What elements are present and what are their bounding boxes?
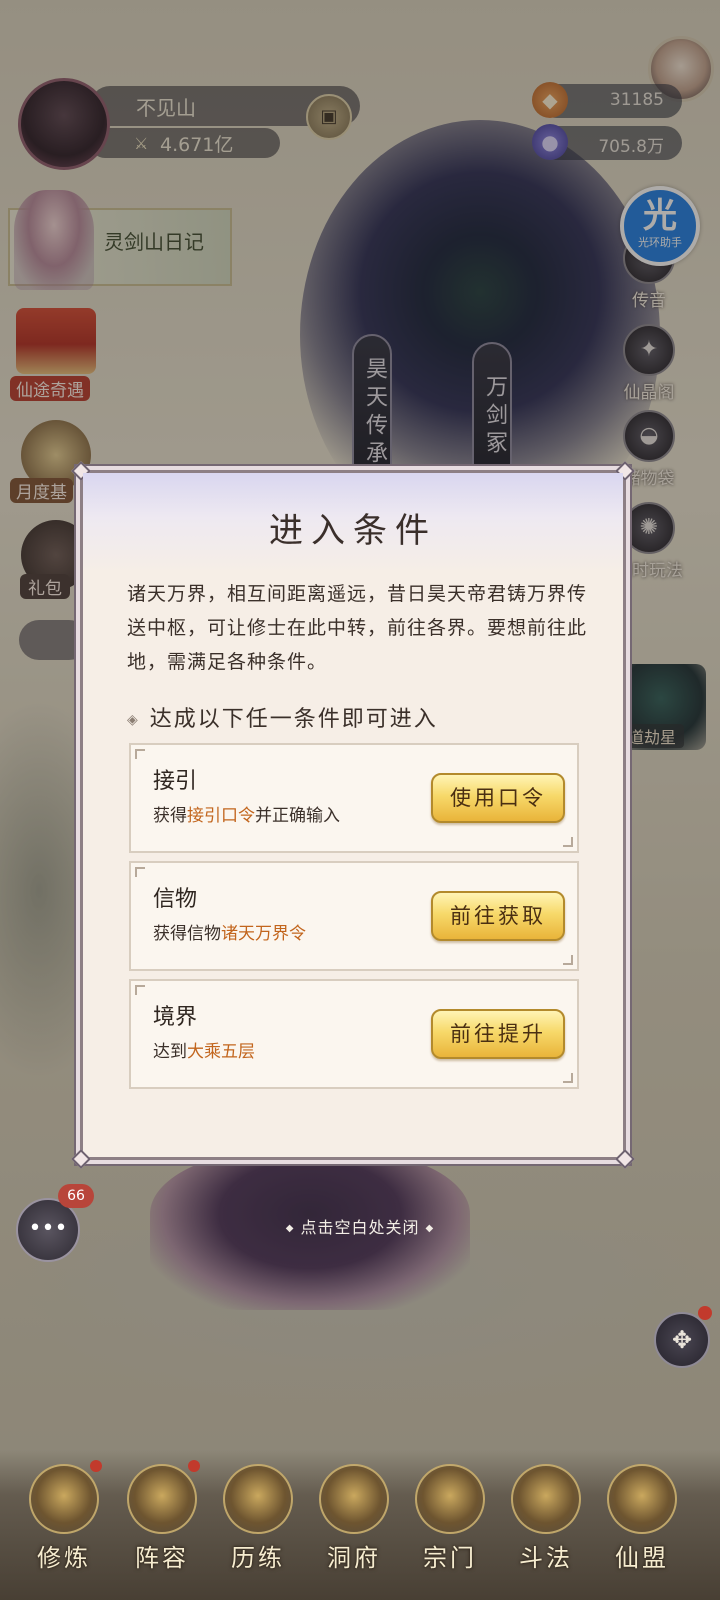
compass-icon: ✥	[671, 1326, 693, 1354]
condition-highlight: 接引口令	[187, 806, 255, 826]
nav-lineup[interactable]: 阵容	[116, 1460, 208, 1590]
card-corner-deco	[563, 1073, 573, 1083]
use-password-button[interactable]: 使用口令	[431, 773, 565, 823]
condition-highlight: 大乘五层	[187, 1042, 255, 1062]
notification-dot	[188, 1460, 200, 1472]
condition-card-jingjie: 境界 达到大乘五层 前往提升	[129, 979, 579, 1089]
nav-cultivate[interactable]: 修炼	[18, 1460, 110, 1590]
condition-suffix: 并正确输入	[255, 806, 340, 826]
chat-unread-badge: 66	[58, 1184, 94, 1208]
requirement-heading: ◈ 达成以下任一条件即可进入	[127, 701, 438, 733]
palace-icon	[607, 1464, 677, 1534]
condition-title: 境界	[153, 1005, 198, 1030]
notification-dot	[90, 1460, 102, 1472]
nav-trials[interactable]: 历练	[212, 1460, 304, 1590]
nav-cave[interactable]: 洞府	[308, 1460, 400, 1590]
dialog-description: 诸天万界，相互间距离遥远，昔日昊天帝君铸万界传送中枢，可让修士在此中转，前往各界…	[127, 583, 588, 673]
nav-duel[interactable]: 斗法	[500, 1460, 592, 1590]
condition-highlight: 诸天万界令	[221, 924, 306, 944]
nav-label: 仙盟	[615, 1544, 669, 1572]
chat-bubble-icon: •••	[28, 1216, 68, 1241]
go-upgrade-button[interactable]: 前往提升	[431, 1009, 565, 1059]
diamond-dot-icon: ◆	[425, 1223, 435, 1234]
close-hint[interactable]: ◆ 点击空白处关闭 ◆	[0, 1214, 720, 1238]
condition-prefix: 获得	[153, 806, 187, 826]
compass-button[interactable]: ✥	[654, 1312, 710, 1368]
diamond-bullet-icon: ◈	[127, 712, 140, 728]
diamond-dot-icon: ◆	[285, 1223, 295, 1234]
lineup-icon	[127, 1464, 197, 1534]
nav-label: 阵容	[135, 1544, 189, 1572]
condition-card-xinwu: 信物 获得信物诸天万界令 前往获取	[129, 861, 579, 971]
cultivate-icon	[29, 1464, 99, 1534]
condition-title: 信物	[153, 887, 198, 912]
condition-text: 获得信物诸天万界令	[153, 919, 306, 944]
nav-label: 修炼	[37, 1544, 91, 1572]
mountain-icon	[223, 1464, 293, 1534]
dialog-title: 进入条件	[269, 511, 437, 551]
notification-dot	[698, 1306, 712, 1320]
go-obtain-button[interactable]: 前往获取	[431, 891, 565, 941]
condition-card-jieyin: 接引 获得接引口令并正确输入 使用口令	[129, 743, 579, 853]
sect-icon	[415, 1464, 485, 1534]
torii-icon	[511, 1464, 581, 1534]
nav-label: 宗门	[423, 1544, 477, 1572]
entry-conditions-dialog: 进入条件 诸天万界，相互间距离遥远，昔日昊天帝君铸万界传送中枢，可让修士在此中转…	[71, 461, 635, 1169]
gate-icon	[319, 1464, 389, 1534]
condition-text: 达到大乘五层	[153, 1037, 255, 1062]
card-corner-deco	[563, 955, 573, 965]
condition-text: 获得接引口令并正确输入	[153, 801, 340, 826]
nav-label: 洞府	[327, 1544, 381, 1572]
nav-label: 斗法	[519, 1544, 573, 1572]
card-corner-deco	[135, 867, 145, 877]
close-hint-text: 点击空白处关闭	[300, 1218, 420, 1237]
condition-prefix: 达到	[153, 1042, 187, 1062]
requirement-heading-text: 达成以下任一条件即可进入	[149, 707, 438, 732]
nav-sect[interactable]: 宗门	[404, 1460, 496, 1590]
condition-prefix: 获得信物	[153, 924, 221, 944]
condition-title: 接引	[153, 769, 198, 794]
card-corner-deco	[563, 837, 573, 847]
nav-alliance[interactable]: 仙盟	[596, 1460, 688, 1590]
card-corner-deco	[135, 749, 145, 759]
card-corner-deco	[135, 985, 145, 995]
nav-label: 历练	[231, 1544, 285, 1572]
